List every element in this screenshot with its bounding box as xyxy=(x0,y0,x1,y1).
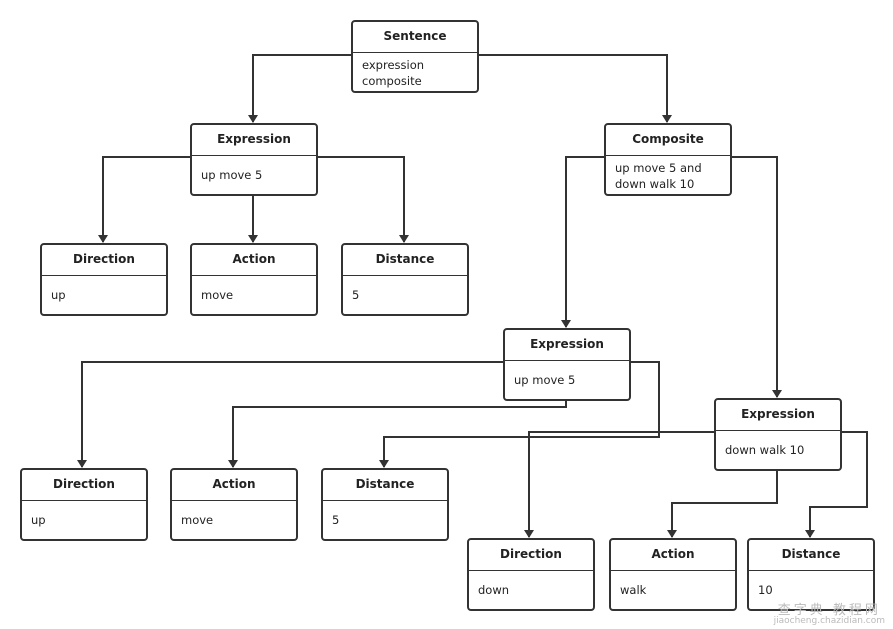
node-body: walk xyxy=(611,571,735,602)
node-line: 5 xyxy=(332,513,340,527)
node-action2: Action move xyxy=(170,468,298,541)
node-title: Distance xyxy=(749,540,873,571)
node-direction3: Direction down xyxy=(467,538,595,611)
node-line: up move 5 xyxy=(514,373,576,387)
node-expression1: Expression up move 5 xyxy=(190,123,318,196)
node-title: Direction xyxy=(42,245,166,276)
node-expression2: Expression up move 5 xyxy=(503,328,631,401)
node-composite: Composite up move 5 and down walk 10 xyxy=(604,123,732,196)
edge-composite-to-expression3 xyxy=(730,156,782,398)
node-distance2: Distance 5 xyxy=(321,468,449,541)
node-distance1: Distance 5 xyxy=(341,243,469,316)
edge-expression2-to-direction2 xyxy=(77,361,503,468)
node-title: Direction xyxy=(469,540,593,571)
edge-expression3-to-action3 xyxy=(667,469,778,538)
edge-expression2-to-action2 xyxy=(228,399,567,468)
node-title: Sentence xyxy=(353,22,477,53)
node-body: up move 5 xyxy=(192,156,316,187)
edge-expression1-to-distance1 xyxy=(316,156,409,243)
node-body: 10 xyxy=(749,571,873,602)
node-line: down walk 10 xyxy=(725,443,805,457)
edge-expression3-to-direction3 xyxy=(524,431,714,538)
node-line: composite xyxy=(362,74,422,88)
node-title: Action xyxy=(172,470,296,501)
node-direction2: Direction up xyxy=(20,468,148,541)
node-body: 5 xyxy=(323,501,447,532)
edge-expression1-to-direction1 xyxy=(98,156,190,243)
edge-sentence-to-expression1 xyxy=(248,54,351,123)
node-line: up xyxy=(31,513,46,527)
node-body: up move 5 xyxy=(505,361,629,392)
node-body: up xyxy=(22,501,146,532)
node-action3: Action walk xyxy=(609,538,737,611)
node-body: move xyxy=(192,276,316,307)
node-title: Composite xyxy=(606,125,730,156)
node-title: Direction xyxy=(22,470,146,501)
node-line: 5 xyxy=(352,288,360,302)
node-title: Distance xyxy=(323,470,447,501)
node-line: up move 5 and xyxy=(615,161,702,175)
node-line: up xyxy=(51,288,66,302)
node-action1: Action move xyxy=(190,243,318,316)
node-line: down walk 10 xyxy=(615,177,695,191)
edge-composite-to-expression2 xyxy=(561,156,604,328)
edge-sentence-to-composite xyxy=(477,54,672,123)
node-title: Distance xyxy=(343,245,467,276)
node-line: move xyxy=(201,288,234,302)
node-expression3: Expression down walk 10 xyxy=(714,398,842,471)
node-sentence: Sentence expression composite xyxy=(351,20,479,93)
node-title: Expression xyxy=(505,330,629,361)
node-line: walk xyxy=(620,583,647,597)
node-line: expression xyxy=(362,58,425,72)
watermark: 查字典 教程网 jiaocheng.chazidian.com xyxy=(773,603,885,627)
node-body: up move 5 and down walk 10 xyxy=(606,156,730,196)
node-line: down xyxy=(478,583,510,597)
node-direction1: Direction up xyxy=(40,243,168,316)
diagram-canvas: Sentence expression composite Expression up … xyxy=(0,0,893,629)
node-body: move xyxy=(172,501,296,532)
node-body: down xyxy=(469,571,593,602)
node-line: move xyxy=(181,513,214,527)
node-body: down walk 10 xyxy=(716,431,840,462)
node-distance3: Distance 10 xyxy=(747,538,875,611)
node-title: Action xyxy=(192,245,316,276)
watermark-line1: 查字典 教程网 xyxy=(777,603,881,618)
node-body: expression composite xyxy=(353,53,477,93)
node-title: Expression xyxy=(716,400,840,431)
node-title: Expression xyxy=(192,125,316,156)
node-line: 10 xyxy=(758,583,773,597)
node-body: up xyxy=(42,276,166,307)
watermark-line2: jiaocheng.chazidian.com xyxy=(773,616,885,626)
node-line: up move 5 xyxy=(201,168,263,182)
node-body: 5 xyxy=(343,276,467,307)
node-title: Action xyxy=(611,540,735,571)
